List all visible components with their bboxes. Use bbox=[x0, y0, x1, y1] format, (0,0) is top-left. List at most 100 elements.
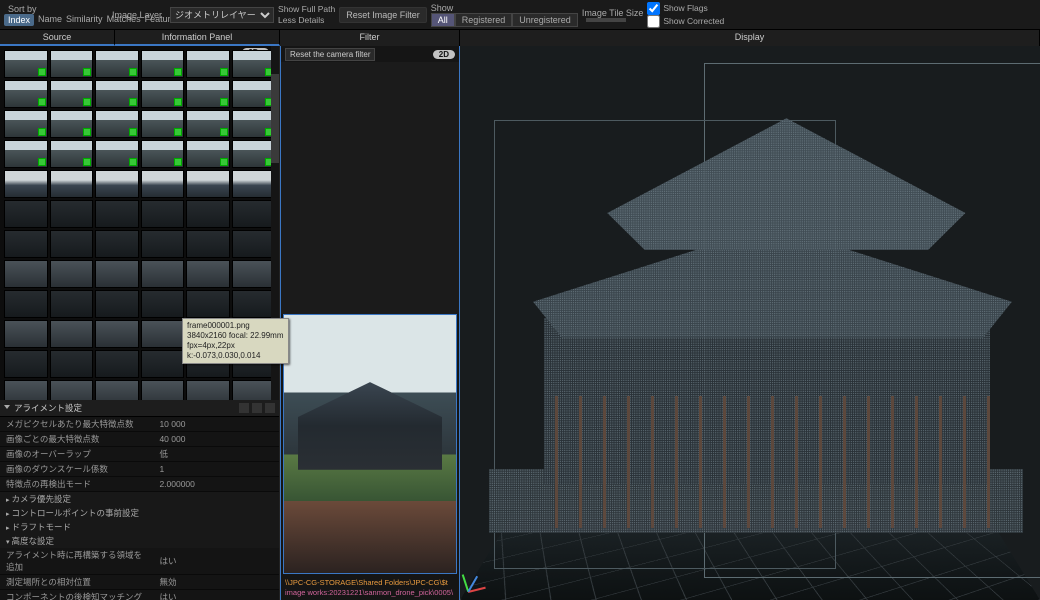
thumbnail[interactable] bbox=[50, 50, 94, 78]
thumbnail[interactable] bbox=[95, 170, 139, 198]
thumbnail[interactable] bbox=[4, 50, 48, 78]
sort-name[interactable]: Name bbox=[38, 14, 62, 26]
thumbnail[interactable] bbox=[50, 320, 94, 348]
settings-value[interactable]: 40 000 bbox=[153, 432, 279, 447]
tab-display[interactable]: Display bbox=[460, 30, 1040, 46]
settings-value[interactable]: はい bbox=[153, 548, 279, 575]
thumbnail[interactable] bbox=[186, 260, 230, 288]
settings-value[interactable]: はい bbox=[153, 590, 279, 600]
thumbnail[interactable] bbox=[95, 380, 139, 400]
thumbnail[interactable] bbox=[4, 110, 48, 138]
settings-row[interactable]: アライメント時に再構築する領域を追加はい bbox=[0, 548, 279, 575]
thumbnail[interactable] bbox=[141, 140, 185, 168]
reset-image-filter-button[interactable]: Reset Image Filter bbox=[339, 7, 427, 23]
reset-camera-filter-button[interactable]: Reset the camera filter bbox=[285, 48, 375, 61]
thumbnail[interactable] bbox=[50, 80, 94, 108]
settings-row[interactable]: 特徴点の再検出モード2.000000 bbox=[0, 477, 279, 492]
thumbnail[interactable] bbox=[95, 50, 139, 78]
sect-draft[interactable]: ドラフトモード bbox=[0, 520, 279, 534]
thumbnail[interactable] bbox=[232, 170, 276, 198]
thumbnail[interactable] bbox=[4, 140, 48, 168]
thumbnail[interactable] bbox=[50, 380, 94, 400]
settings-value[interactable]: 低 bbox=[153, 447, 279, 462]
thumbnail[interactable] bbox=[186, 380, 230, 400]
settings-row[interactable]: 画像のオーバーラップ低 bbox=[0, 447, 279, 462]
thumbnail[interactable] bbox=[50, 290, 94, 318]
thumbnail[interactable] bbox=[4, 230, 48, 258]
thumbnail[interactable] bbox=[232, 80, 276, 108]
settings-row[interactable]: 画像のダウンスケール係数1 bbox=[0, 462, 279, 477]
preview-2d-badge[interactable]: 2D bbox=[433, 50, 455, 59]
thumbnail[interactable] bbox=[141, 80, 185, 108]
thumbnail[interactable] bbox=[232, 200, 276, 228]
thumbnail[interactable] bbox=[50, 200, 94, 228]
thumbnail[interactable] bbox=[95, 200, 139, 228]
thumbnail[interactable] bbox=[95, 110, 139, 138]
thumbnail[interactable] bbox=[141, 350, 185, 378]
thumbnail[interactable] bbox=[50, 260, 94, 288]
thumbnail[interactable] bbox=[186, 50, 230, 78]
tab-filter[interactable]: Filter bbox=[280, 30, 460, 46]
thumbnail[interactable] bbox=[95, 290, 139, 318]
show-registered[interactable]: Registered bbox=[455, 13, 513, 27]
thumbnail[interactable] bbox=[4, 350, 48, 378]
tile-size-slider[interactable] bbox=[586, 18, 626, 22]
thumbnail[interactable] bbox=[186, 170, 230, 198]
settings-icon-2[interactable] bbox=[252, 403, 262, 413]
thumbnail[interactable] bbox=[95, 140, 139, 168]
thumbnail[interactable] bbox=[186, 110, 230, 138]
settings-value[interactable]: 2.000000 bbox=[153, 477, 279, 492]
thumbnail[interactable] bbox=[50, 140, 94, 168]
thumbnail[interactable] bbox=[141, 230, 185, 258]
thumbnail[interactable] bbox=[232, 260, 276, 288]
show-flags-checkbox[interactable]: Show Flags bbox=[647, 2, 724, 15]
thumbnail[interactable] bbox=[186, 80, 230, 108]
tab-source[interactable]: Source bbox=[0, 30, 115, 46]
thumbnail[interactable] bbox=[4, 320, 48, 348]
thumbnail[interactable] bbox=[50, 230, 94, 258]
sort-index[interactable]: Index bbox=[4, 14, 34, 26]
settings-header[interactable]: アライメント設定 bbox=[0, 400, 279, 417]
sect-advanced[interactable]: 高度な設定 bbox=[0, 534, 279, 548]
thumbnail[interactable] bbox=[186, 230, 230, 258]
thumbnail[interactable] bbox=[232, 110, 276, 138]
thumbnail[interactable] bbox=[141, 320, 185, 348]
thumbnail[interactable] bbox=[4, 290, 48, 318]
show-corrected-checkbox[interactable]: Show Corrected bbox=[647, 15, 724, 28]
thumbnail[interactable] bbox=[141, 200, 185, 228]
path-details-toggle[interactable]: Show Full Path Less Details bbox=[278, 4, 335, 26]
settings-row[interactable]: メガピクセルあたり最大特徴点数10 000 bbox=[0, 417, 279, 432]
sect-controlpoint[interactable]: コントロールポイントの事前設定 bbox=[0, 506, 279, 520]
thumbnail[interactable] bbox=[186, 200, 230, 228]
thumbnail[interactable] bbox=[4, 170, 48, 198]
thumbnail[interactable] bbox=[232, 380, 276, 400]
settings-value[interactable]: 1 bbox=[153, 462, 279, 477]
image-layer-select[interactable]: ジオメトリレイヤー bbox=[170, 7, 274, 23]
thumbnail[interactable] bbox=[141, 260, 185, 288]
thumbnail[interactable] bbox=[95, 230, 139, 258]
settings-row[interactable]: 測定場所との相対位置無効 bbox=[0, 575, 279, 590]
thumbnail[interactable] bbox=[50, 350, 94, 378]
thumbnail[interactable] bbox=[141, 110, 185, 138]
thumbnail[interactable] bbox=[95, 350, 139, 378]
thumbnail[interactable] bbox=[4, 260, 48, 288]
thumbnail[interactable] bbox=[232, 230, 276, 258]
show-all[interactable]: All bbox=[431, 13, 455, 27]
thumbnail[interactable] bbox=[186, 140, 230, 168]
sort-similarity[interactable]: Similarity bbox=[66, 14, 103, 26]
settings-value[interactable]: 10 000 bbox=[153, 417, 279, 432]
settings-value[interactable]: 無効 bbox=[153, 575, 279, 590]
thumbnail[interactable] bbox=[50, 110, 94, 138]
thumbnail[interactable] bbox=[232, 50, 276, 78]
settings-row[interactable]: コンポーネントの後検知マッチングはい bbox=[0, 590, 279, 600]
axis-gizmo[interactable] bbox=[468, 554, 506, 592]
thumbnail[interactable] bbox=[141, 170, 185, 198]
thumbnail[interactable] bbox=[141, 290, 185, 318]
thumbnail[interactable] bbox=[95, 80, 139, 108]
thumbnail[interactable] bbox=[232, 290, 276, 318]
thumbnail[interactable] bbox=[95, 260, 139, 288]
thumbnail[interactable] bbox=[186, 290, 230, 318]
settings-icon-1[interactable] bbox=[239, 403, 249, 413]
sect-camera[interactable]: カメラ優先設定 bbox=[0, 492, 279, 506]
thumbnail[interactable] bbox=[4, 380, 48, 400]
